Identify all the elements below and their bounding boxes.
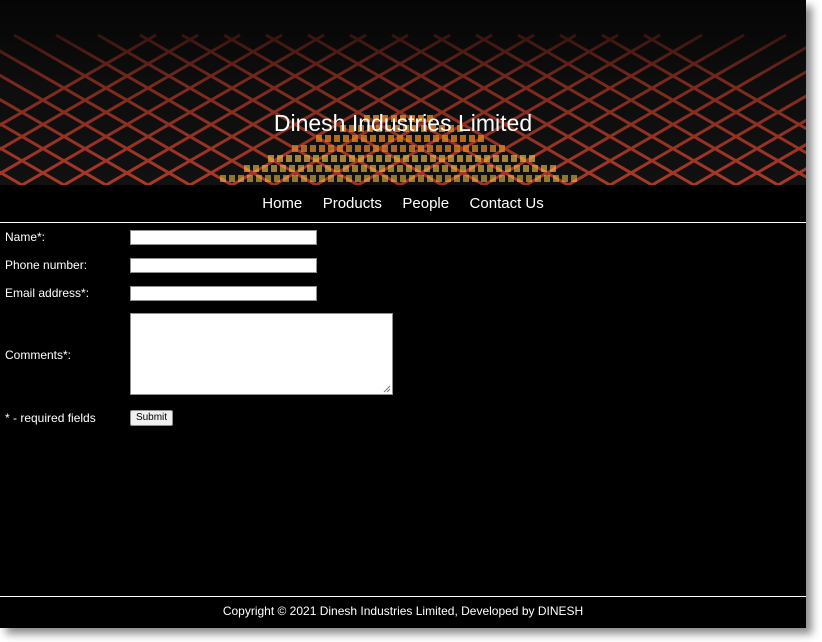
name-field[interactable] xyxy=(130,230,317,245)
nav-contact-us[interactable]: Contact Us xyxy=(470,195,544,212)
submit-button[interactable]: Submit xyxy=(130,410,173,426)
header-banner: Dinesh Industries Limited xyxy=(0,0,806,185)
required-fields-note: * - required fields xyxy=(5,411,96,425)
email-label: Email address*: xyxy=(5,286,90,300)
phone-label: Phone number: xyxy=(5,258,88,272)
comments-textarea[interactable] xyxy=(130,313,393,395)
resize-grip-icon[interactable] xyxy=(383,385,391,393)
circuit-board-image xyxy=(0,0,806,185)
nav-home[interactable]: Home xyxy=(262,195,302,212)
site-title: Dinesh Industries Limited xyxy=(273,110,533,136)
page: Dinesh Industries Limited Home Products … xyxy=(0,0,806,628)
name-label: Name*: xyxy=(5,230,46,244)
nav-products[interactable]: Products xyxy=(323,195,382,212)
footer-copyright: Copyright © 2021 Dinesh Industries Limit… xyxy=(222,604,584,618)
email-field[interactable] xyxy=(130,286,317,301)
comments-label: Comments*: xyxy=(5,348,72,362)
nav-people[interactable]: People xyxy=(402,195,449,212)
phone-field[interactable] xyxy=(130,258,317,273)
footer-divider xyxy=(0,596,806,597)
main-navigation: Home Products People Contact Us xyxy=(0,185,806,223)
